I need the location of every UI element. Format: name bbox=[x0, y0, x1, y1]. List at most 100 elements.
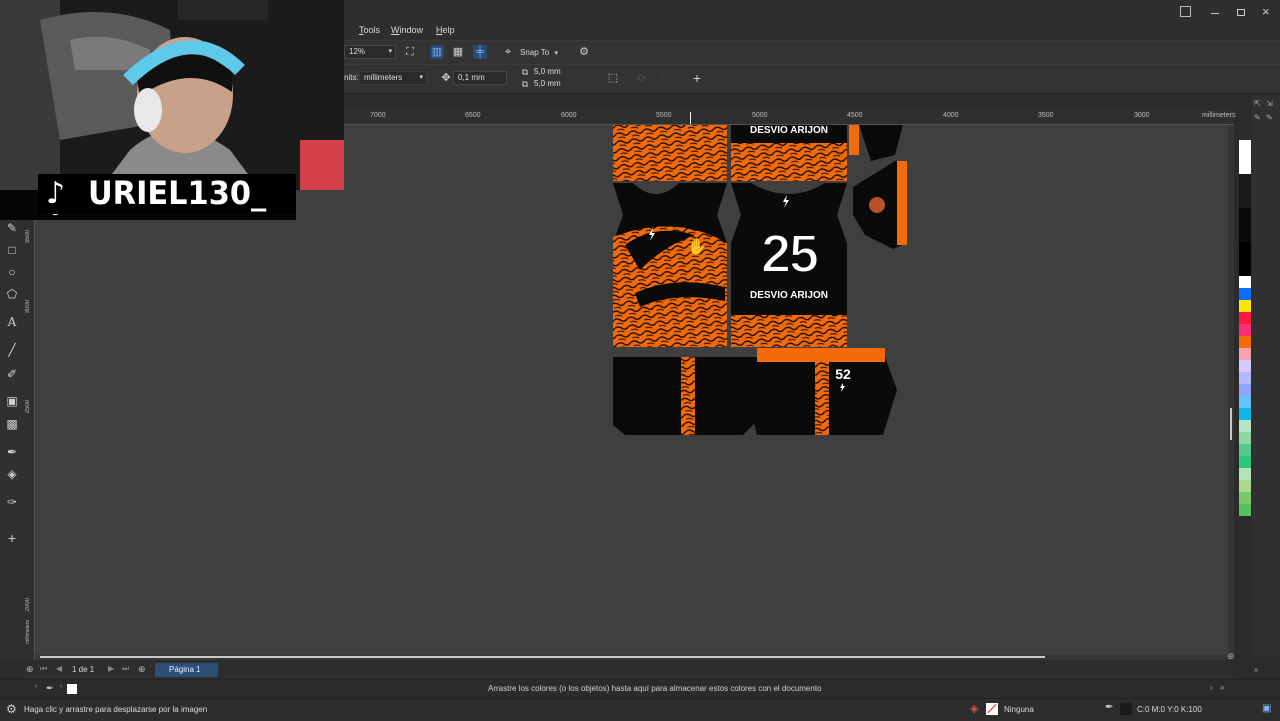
jersey-back-name: DESVIO ARIJON bbox=[750, 125, 828, 136]
palette-swatch[interactable] bbox=[1239, 276, 1251, 288]
full-screen-preview-icon[interactable]: ⛶ bbox=[403, 45, 417, 59]
polygon-tool-icon[interactable]: ⬠ bbox=[4, 286, 20, 302]
palette-swatch[interactable] bbox=[1239, 140, 1251, 174]
palette-swatch[interactable] bbox=[1239, 480, 1251, 492]
status-gear-icon[interactable]: ⚙ bbox=[6, 702, 17, 716]
palette-swatch[interactable] bbox=[1239, 444, 1251, 456]
ruler-label: 4500 bbox=[847, 112, 863, 119]
chevron-left-icon[interactable]: ‹ bbox=[60, 683, 62, 690]
palette-swatch[interactable] bbox=[1239, 174, 1251, 208]
no-color-swatch[interactable] bbox=[67, 684, 77, 694]
docker-pen-icon[interactable]: ✎ bbox=[1266, 113, 1273, 122]
previous-page-icon[interactable]: ◀ bbox=[56, 664, 62, 673]
palette-menu-icon[interactable]: › bbox=[35, 683, 37, 690]
outline-swatch[interactable] bbox=[1120, 703, 1132, 715]
text-tool-icon[interactable]: A bbox=[4, 314, 20, 330]
palette-swatch[interactable] bbox=[1239, 384, 1251, 396]
page-tab[interactable]: Página 1 bbox=[155, 663, 218, 677]
palette-swatch[interactable] bbox=[1239, 396, 1251, 408]
palette-swatch[interactable] bbox=[1239, 504, 1251, 516]
scroll-right-icon[interactable]: › bbox=[1210, 683, 1213, 692]
rectangle-tool-icon[interactable]: □ bbox=[4, 242, 20, 258]
palette-swatch[interactable] bbox=[1239, 312, 1251, 324]
palette-swatch[interactable] bbox=[1239, 336, 1251, 348]
palette-swatch[interactable] bbox=[1239, 288, 1251, 300]
artistic-media-icon[interactable]: ✐ bbox=[4, 366, 20, 382]
zoom-level-value: 12% bbox=[349, 47, 366, 56]
menu-window[interactable]: Window bbox=[391, 25, 423, 35]
palette-swatch[interactable] bbox=[1239, 360, 1251, 372]
chevron-down-icon: ▾ bbox=[388, 48, 392, 55]
palette-swatch[interactable] bbox=[1239, 408, 1251, 420]
maximize-icon[interactable] bbox=[1237, 9, 1245, 16]
snap-to-dropdown[interactable]: Snap To ▾ bbox=[520, 46, 565, 59]
document-palette: › ✒ ‹ Arrastre los colores (o los objeto… bbox=[0, 679, 1280, 698]
palette-swatch[interactable] bbox=[1239, 242, 1251, 276]
first-page-icon[interactable]: ⏮ bbox=[40, 664, 47, 674]
palette-swatch[interactable] bbox=[1239, 300, 1251, 312]
ruler-label: 2500 bbox=[25, 400, 31, 414]
ruler-label: 3500 bbox=[25, 230, 31, 244]
vertical-scrollbar-thumb[interactable] bbox=[1230, 408, 1232, 440]
last-page-icon[interactable]: ⏭ bbox=[122, 664, 129, 674]
ruler-label: 3000 bbox=[25, 300, 31, 314]
docker-arrow-icon[interactable]: ⇱ bbox=[1254, 99, 1261, 108]
line-tool-icon[interactable]: ╱ bbox=[4, 342, 20, 358]
duplicate-x-value: 5,0 mm bbox=[534, 67, 561, 76]
ellipse-tool-icon[interactable]: ○ bbox=[4, 264, 20, 280]
palette-swatch[interactable] bbox=[1239, 420, 1251, 432]
menu-tools[interactable]: Tools bbox=[359, 25, 380, 35]
palette-swatch[interactable] bbox=[1239, 324, 1251, 336]
menu-help[interactable]: Help bbox=[436, 25, 455, 35]
duplicate-y-field[interactable]: 5,0 mm bbox=[530, 79, 590, 90]
docker-pen-icon[interactable]: ✎ bbox=[1254, 113, 1261, 122]
page-transform-icon[interactable]: ⬚ bbox=[606, 71, 620, 85]
page-count: 1 de 1 bbox=[72, 665, 95, 674]
outline-pen-icon: ✒ bbox=[1105, 702, 1114, 713]
show-rulers-icon[interactable]: ▥ bbox=[430, 45, 444, 59]
minimize-icon[interactable] bbox=[1211, 13, 1219, 14]
fill-swatch[interactable] bbox=[986, 703, 998, 715]
restore-window-icon[interactable] bbox=[1180, 6, 1191, 17]
show-grid-icon[interactable]: ▦ bbox=[451, 45, 465, 59]
horizontal-scrollbar-thumb[interactable] bbox=[40, 656, 1045, 658]
palette-swatch[interactable] bbox=[1239, 348, 1251, 360]
add-icon[interactable]: + bbox=[690, 71, 704, 85]
snap-icon[interactable]: ⌖ bbox=[501, 45, 515, 59]
add-page-icon[interactable]: ⊕ bbox=[138, 664, 146, 675]
palette-swatch[interactable] bbox=[1239, 208, 1251, 242]
options-gear-icon[interactable]: ⚙ bbox=[577, 45, 591, 59]
zoom-level-field[interactable]: 12% ▾ bbox=[344, 45, 396, 59]
vertical-scrollbar[interactable] bbox=[1228, 125, 1234, 655]
eyedropper-icon[interactable]: ✒ bbox=[46, 683, 54, 694]
nudge-distance-field[interactable]: 0,1 mm bbox=[453, 71, 507, 85]
freehand-tool-icon[interactable]: ✎ bbox=[4, 220, 20, 236]
transparency-tool-icon[interactable]: ▩ bbox=[4, 416, 20, 432]
add-tool-icon[interactable]: + bbox=[4, 530, 20, 546]
close-icon[interactable]: × bbox=[1262, 4, 1270, 19]
scroll-end-icon[interactable]: » bbox=[1220, 683, 1224, 692]
fill-tool-icon[interactable]: ◈ bbox=[4, 466, 20, 482]
show-guidelines-icon[interactable]: ╪ bbox=[473, 45, 487, 59]
notification-icon[interactable]: ▣ bbox=[1262, 703, 1271, 714]
units-dropdown[interactable]: millimeters ▾ bbox=[359, 71, 427, 85]
palette-swatch[interactable] bbox=[1239, 372, 1251, 384]
docker-collapse-icon[interactable]: » bbox=[1254, 665, 1258, 674]
palette-swatch[interactable] bbox=[1239, 432, 1251, 444]
duplicate-x-field[interactable]: 5,0 mm bbox=[530, 67, 590, 78]
streamer-handle: URIEL130_ bbox=[88, 174, 267, 212]
side-trim bbox=[849, 125, 859, 155]
status-message: Haga clic y arrastre para desplazarse po… bbox=[24, 705, 208, 714]
streamer-video bbox=[0, 0, 344, 190]
next-page-icon[interactable]: ▶ bbox=[108, 664, 114, 673]
horizontal-ruler[interactable]: 7000 6500 6000 5500 5000 4500 4000 3500 … bbox=[344, 110, 1235, 125]
eyedropper-tool-icon[interactable]: ✒ bbox=[4, 444, 20, 460]
smart-fill-tool-icon[interactable]: ✑ bbox=[4, 494, 20, 510]
drop-shadow-tool-icon[interactable]: ▣ bbox=[4, 393, 20, 409]
palette-swatch[interactable] bbox=[1239, 492, 1251, 504]
vertical-ruler[interactable]: 3500 3000 2500 2000 millimeters bbox=[24, 190, 35, 660]
docker-strip: ⇱ ⇲ ✎ ✎ » bbox=[1252, 95, 1280, 674]
palette-swatch[interactable] bbox=[1239, 468, 1251, 480]
palette-swatch[interactable] bbox=[1239, 456, 1251, 468]
docker-arrow-icon[interactable]: ⇲ bbox=[1266, 99, 1273, 108]
